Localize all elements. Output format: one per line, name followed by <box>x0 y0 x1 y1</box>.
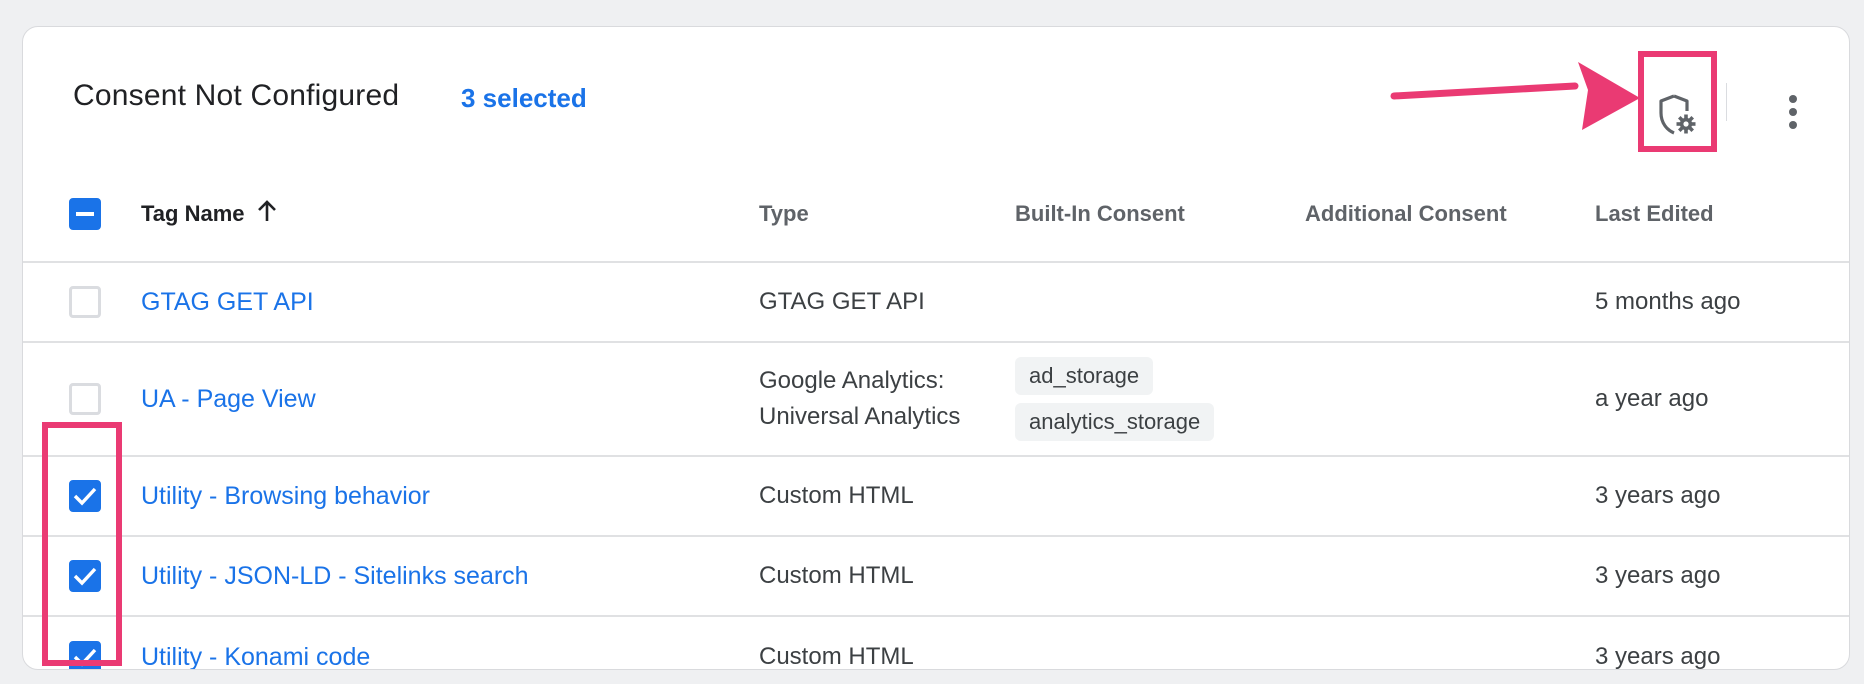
more-vert-icon <box>1789 95 1797 129</box>
consent-settings-button[interactable] <box>1643 67 1713 163</box>
select-all-checkbox[interactable] <box>69 198 101 230</box>
column-header-additional-consent[interactable]: Additional Consent <box>1305 167 1507 261</box>
column-header-last-edited[interactable]: Last Edited <box>1595 167 1714 261</box>
sort-arrow-up-icon <box>257 199 277 229</box>
tag-name-cell: Utility - Browsing behavior <box>141 457 430 535</box>
row-checkbox-cell <box>63 457 107 535</box>
card-title: Consent Not Configured <box>73 79 400 112</box>
last-edited: a year ago <box>1595 385 1709 412</box>
card-header: Consent Not Configured 3 selected <box>23 27 1849 167</box>
column-header-built-in-consent[interactable]: Built-In Consent <box>1015 167 1185 261</box>
shield-gear-icon <box>1659 94 1696 135</box>
row-checkbox-cell <box>63 617 107 669</box>
tag-type: GTAG GET API <box>759 288 925 315</box>
last-edited: 5 months ago <box>1595 288 1741 315</box>
consent-chip: analytics_storage <box>1015 403 1215 441</box>
tag-name-cell: Utility - JSON-LD - Sitelinks search <box>141 537 529 615</box>
table-row: GTAG GET API GTAG GET API 5 months ago <box>23 263 1849 343</box>
table-row: Utility - JSON-LD - Sitelinks search Cus… <box>23 537 1849 617</box>
tag-name-link[interactable]: Utility - JSON-LD - Sitelinks search <box>141 562 529 591</box>
header-checkbox-cell <box>63 167 107 261</box>
last-edited: 3 years ago <box>1595 562 1721 589</box>
row-checkbox-cell <box>63 343 107 455</box>
tag-name-link[interactable]: Utility - Browsing behavior <box>141 482 430 511</box>
tag-name-cell: UA - Page View <box>141 343 316 455</box>
column-label-tag-name: Tag Name <box>141 201 245 226</box>
row-checkbox[interactable] <box>69 480 101 512</box>
column-header-tag-name[interactable]: Tag Name <box>141 167 277 261</box>
tag-type: Custom HTML <box>759 482 914 509</box>
row-checkbox-cell <box>63 263 107 341</box>
tag-name-link[interactable]: GTAG GET API <box>141 288 314 317</box>
table-header-row: Tag Name Type Built-In Consent Additiona… <box>23 167 1849 263</box>
more-options-button[interactable] <box>1773 87 1813 137</box>
table-row: Utility - Browsing behavior Custom HTML … <box>23 457 1849 537</box>
tag-type: Custom HTML <box>759 643 914 670</box>
tag-type: Custom HTML <box>759 562 914 589</box>
checkmark-icon <box>73 487 97 506</box>
column-header-type[interactable]: Type <box>759 167 809 261</box>
consent-chip: ad_storage <box>1015 357 1154 395</box>
checkmark-icon <box>73 648 97 667</box>
built-in-consent-chips: ad_storage analytics_storage <box>1015 343 1215 455</box>
tag-name-cell: Utility - Konami code <box>141 617 370 670</box>
tag-name-link[interactable]: Utility - Konami code <box>141 643 370 670</box>
tag-name-cell: GTAG GET API <box>141 263 314 341</box>
last-edited: 3 years ago <box>1595 643 1721 670</box>
row-checkbox[interactable] <box>69 286 101 318</box>
tag-type: Google Analytics: Universal Analytics <box>759 343 960 455</box>
row-checkbox[interactable] <box>69 383 101 415</box>
indeterminate-icon <box>76 212 94 216</box>
consent-card: Consent Not Configured 3 selected Tag Na… <box>22 26 1850 670</box>
table-row: Utility - Konami code Custom HTML 3 year… <box>23 617 1849 670</box>
selected-count: 3 selected <box>461 83 587 113</box>
tag-name-link[interactable]: UA - Page View <box>141 385 316 414</box>
checkmark-icon <box>73 567 97 586</box>
row-checkbox[interactable] <box>69 641 101 669</box>
tag-type-line: Google Analytics: <box>759 367 945 394</box>
row-checkbox[interactable] <box>69 560 101 592</box>
toolbar-divider <box>1726 83 1727 121</box>
tag-type-line: Universal Analytics <box>759 403 961 430</box>
last-edited: 3 years ago <box>1595 482 1721 509</box>
row-checkbox-cell <box>63 537 107 615</box>
table-row: UA - Page View Google Analytics: Univers… <box>23 343 1849 457</box>
